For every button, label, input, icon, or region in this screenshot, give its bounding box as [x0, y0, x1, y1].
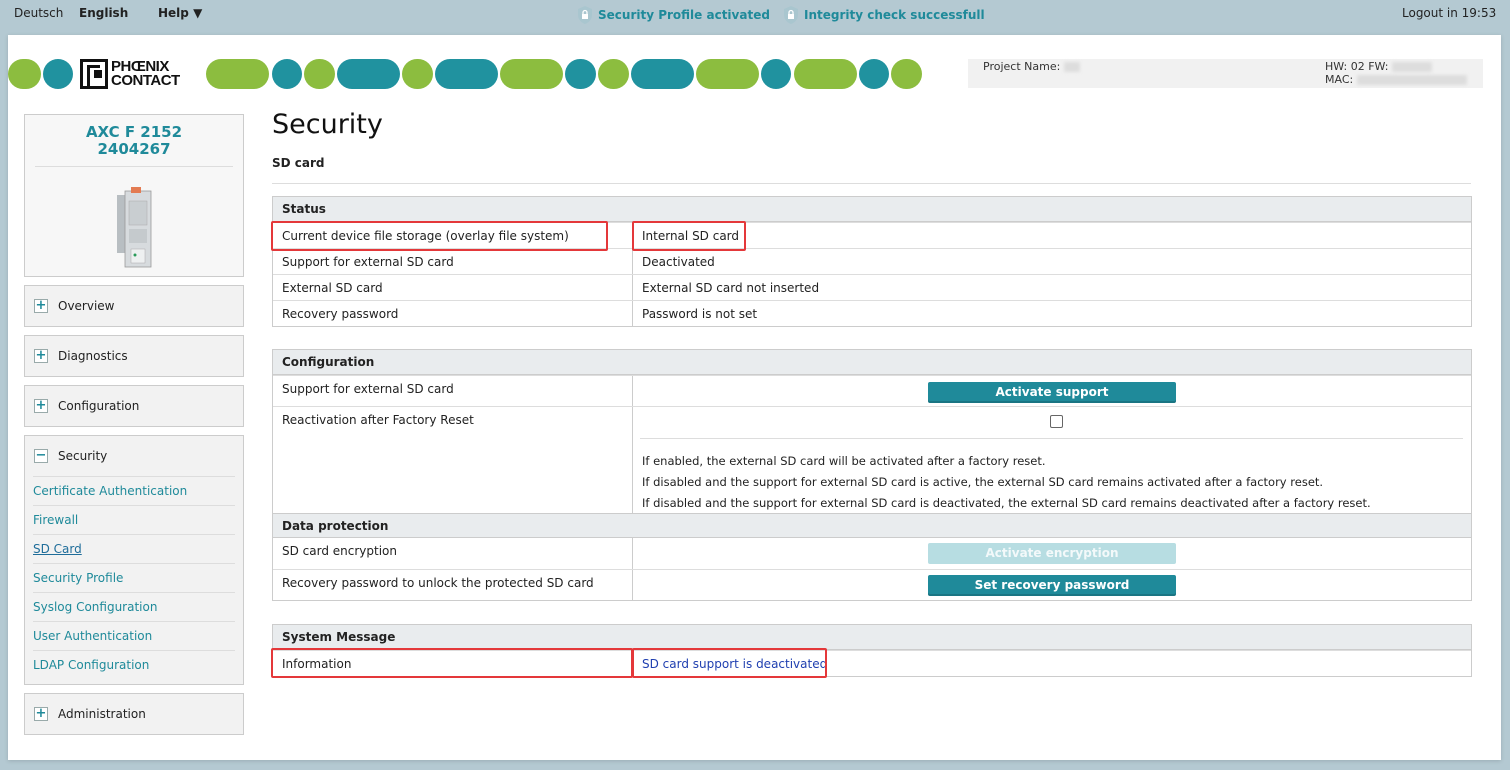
table-row: Recovery password to unlock the protecte…	[273, 569, 1471, 600]
nav-security-label: Security	[58, 449, 108, 463]
mac-label: MAC:	[1325, 73, 1354, 86]
logout-link[interactable]: Logout in 19:53	[1402, 6, 1496, 20]
main-panel: PHŒNIX CONTACT Project Name: HW: 02 FW: …	[8, 35, 1501, 760]
nav-configuration[interactable]: + Configuration	[24, 385, 244, 427]
sidebar-item-certificate-authentication[interactable]: Certificate Authentication	[33, 476, 235, 505]
highlight-box	[271, 648, 633, 678]
status-section: Status Current device file storage (over…	[272, 196, 1472, 327]
divider	[640, 438, 1463, 439]
shield-lock-icon	[784, 6, 798, 24]
highlight-box	[632, 648, 827, 678]
logo-text-line2: CONTACT	[111, 72, 180, 89]
phoenix-contact-logo[interactable]: PHŒNIX CONTACT	[80, 57, 204, 91]
nav-overview-label: Overview	[58, 299, 115, 313]
project-name-label: Project Name:	[983, 60, 1061, 73]
divider	[35, 166, 233, 167]
row-label: Recovery password	[282, 307, 399, 321]
data-protection-heading: Data protection	[273, 513, 1471, 538]
row-label: SD card encryption	[282, 544, 398, 558]
device-card: AXC F 2152 2404267	[24, 114, 244, 277]
nav-configuration-label: Configuration	[58, 399, 140, 413]
sidebar-item-syslog-configuration[interactable]: Syslog Configuration	[33, 592, 235, 621]
system-message-heading: System Message	[273, 625, 1471, 650]
shield-lock-icon	[578, 6, 592, 24]
page-subtitle: SD card	[272, 156, 325, 170]
activate-encryption-button[interactable]: Activate encryption	[928, 543, 1176, 564]
security-profile-status[interactable]: Security Profile activated	[576, 5, 770, 25]
nav-overview[interactable]: + Overview	[24, 285, 244, 327]
table-row: Reactivation after Factory Reset If enab…	[273, 406, 1471, 513]
table-row: Recovery password Password is not set	[273, 300, 1471, 326]
row-label: Support for external SD card	[282, 382, 454, 396]
activate-support-button[interactable]: Activate support	[928, 382, 1176, 403]
expand-plus-icon[interactable]: +	[34, 399, 48, 413]
device-model: AXC F 2152	[85, 123, 183, 141]
reactivation-checkbox[interactable]	[1050, 415, 1063, 428]
row-value: External SD card not inserted	[642, 281, 820, 295]
configuration-section: Configuration Support for external SD ca…	[272, 349, 1472, 601]
nav-security[interactable]: − Security Certificate Authentication Fir…	[24, 435, 244, 685]
device-info-box: Project Name: HW: 02 FW: MAC:	[968, 59, 1483, 88]
table-row: External SD card External SD card not in…	[273, 274, 1471, 300]
page-title: Security	[272, 109, 383, 140]
language-deutsch-link[interactable]: Deutsch	[14, 6, 63, 20]
configuration-heading: Configuration	[273, 350, 1471, 375]
sidebar-item-sd-card[interactable]: SD Card	[33, 534, 235, 563]
device-article-number: 2404267	[97, 140, 171, 158]
sidebar-item-security-profile[interactable]: Security Profile	[33, 563, 235, 592]
integrity-check-status-text: Integrity check successfull	[804, 8, 985, 22]
phoenix-logo-mark-icon	[80, 59, 108, 89]
row-label: Recovery password to unlock the protecte…	[282, 576, 594, 590]
row-value: Deactivated	[642, 255, 715, 269]
note-line: If disabled and the support for external…	[642, 475, 1324, 489]
row-label: Support for external SD card	[282, 255, 454, 269]
security-submenu: Certificate Authentication Firewall SD C…	[25, 476, 243, 681]
nav-administration-label: Administration	[58, 707, 146, 721]
device-image	[117, 187, 152, 268]
row-label: External SD card	[282, 281, 383, 295]
sidebar-item-ldap-configuration[interactable]: LDAP Configuration	[33, 650, 235, 679]
expand-plus-icon[interactable]: +	[34, 349, 48, 363]
expand-plus-icon[interactable]: +	[34, 707, 48, 721]
language-english-link[interactable]: English	[79, 6, 128, 20]
note-line: If disabled and the support for external…	[642, 496, 1371, 510]
status-heading: Status	[273, 197, 1471, 222]
row-value: Password is not set	[642, 307, 758, 321]
firmware-value-redacted	[1391, 62, 1432, 72]
collapse-minus-icon[interactable]: −	[34, 449, 48, 463]
help-menu[interactable]: Help ▼	[158, 6, 202, 20]
table-row: SD card encryption Activate encryption	[273, 538, 1471, 569]
hw-fw-label: HW: 02 FW:	[1325, 60, 1389, 73]
reactivation-notes: If enabled, the external SD card will be…	[642, 451, 1371, 514]
security-profile-status-text: Security Profile activated	[598, 8, 770, 22]
sidebar-item-firewall[interactable]: Firewall	[33, 505, 235, 534]
note-line: If enabled, the external SD card will be…	[642, 454, 1046, 468]
row-label: Reactivation after Factory Reset	[282, 413, 474, 427]
table-row: Support for external SD card Deactivated	[273, 248, 1471, 274]
top-bar: Deutsch English Help ▼ Security Profile …	[0, 0, 1510, 32]
nav-diagnostics-label: Diagnostics	[58, 349, 128, 363]
expand-plus-icon[interactable]: +	[34, 299, 48, 313]
table-row: Support for external SD card Activate su…	[273, 375, 1471, 406]
integrity-check-status[interactable]: Integrity check successfull	[782, 5, 985, 25]
divider	[272, 183, 1471, 184]
nav-administration[interactable]: + Administration	[24, 693, 244, 735]
set-recovery-password-button[interactable]: Set recovery password	[928, 575, 1176, 596]
project-name-value-redacted	[1063, 62, 1080, 72]
sidebar-item-user-authentication[interactable]: User Authentication	[33, 621, 235, 650]
nav-diagnostics[interactable]: + Diagnostics	[24, 335, 244, 377]
mac-value-redacted	[1356, 75, 1467, 85]
highlight-box	[632, 221, 746, 251]
highlight-box	[271, 221, 608, 251]
